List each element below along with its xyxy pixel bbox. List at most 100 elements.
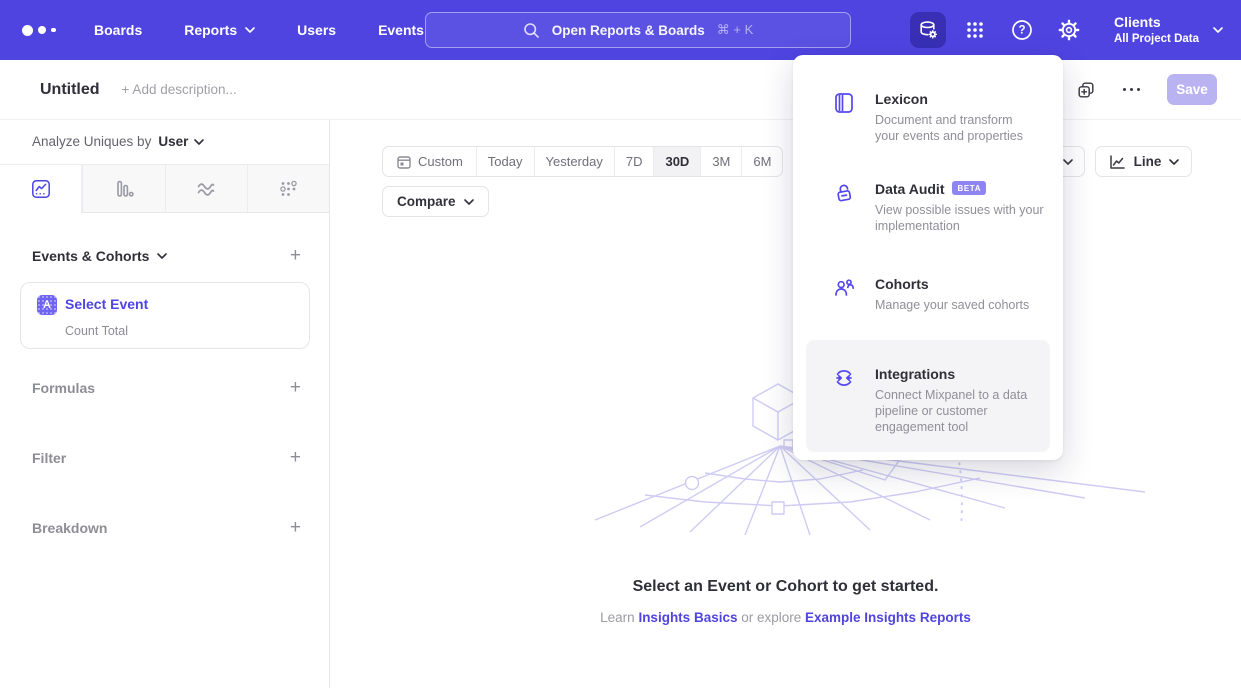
data-management-button[interactable] xyxy=(910,12,946,48)
chevron-down-icon xyxy=(464,199,474,205)
copy-icon[interactable] xyxy=(1076,80,1096,100)
compare-label: Compare xyxy=(397,194,456,209)
nav-item-label: Events xyxy=(378,22,424,38)
example-reports-link[interactable]: Example Insights Reports xyxy=(805,610,971,625)
compare-dropdown[interactable]: Compare xyxy=(382,186,489,217)
description-placeholder[interactable]: + Add description... xyxy=(122,82,237,97)
nav-item-events[interactable]: Events xyxy=(378,22,424,38)
svg-text:?: ? xyxy=(1018,25,1025,37)
tab-flows-icon xyxy=(195,178,217,200)
toolbar-actions: Save xyxy=(1076,74,1218,105)
menu-item-desc: Manage your saved cohorts xyxy=(875,297,1050,313)
lexicon-icon xyxy=(832,91,856,115)
cohorts-icon xyxy=(832,276,856,300)
date-range-label: Custom xyxy=(418,154,463,169)
events-cohorts-label: Events & Cohorts xyxy=(32,248,149,264)
chart-style-label: Line xyxy=(1134,154,1162,169)
save-button[interactable]: Save xyxy=(1167,74,1217,105)
chevron-down-icon xyxy=(194,139,204,145)
calendar-icon xyxy=(396,154,412,170)
breakdown-section: Breakdown + xyxy=(32,518,301,537)
event-aggregation[interactable]: Count Total xyxy=(65,324,128,338)
empty-state-title: Select an Event or Cohort to get started… xyxy=(330,578,1241,596)
date-range-7d[interactable]: 7D xyxy=(614,147,654,176)
chevron-down-icon xyxy=(245,27,255,33)
chart-area: Custom Today Yesterday 7D 30D 3M 6M Comp… xyxy=(330,120,1241,688)
date-range-30d-selected[interactable]: 30D xyxy=(653,147,700,176)
menu-item-data-audit[interactable]: Data Audit BETA View possible issues wit… xyxy=(832,181,1045,234)
search-icon xyxy=(523,22,540,39)
data-audit-icon xyxy=(832,181,856,205)
menu-item-text: Integrations Connect Mixpanel to a data … xyxy=(875,366,1050,435)
add-event-button[interactable]: + xyxy=(290,246,301,265)
analyze-value: User xyxy=(158,134,188,149)
add-breakdown-button[interactable]: + xyxy=(290,518,301,537)
tab-insights-line[interactable] xyxy=(0,165,82,213)
select-event-button[interactable]: Select Event xyxy=(65,296,148,312)
chevron-down-icon xyxy=(1063,159,1073,165)
apps-grid-button[interactable] xyxy=(957,12,993,48)
nav-item-reports[interactable]: Reports xyxy=(184,22,255,38)
nav-item-users[interactable]: Users xyxy=(297,22,336,38)
nav-item-boards[interactable]: Boards xyxy=(94,22,142,38)
filter-label: Filter xyxy=(32,450,66,466)
date-range-3m[interactable]: 3M xyxy=(700,147,741,176)
event-letter-badge: A xyxy=(37,295,57,315)
menu-item-integrations[interactable]: Integrations Connect Mixpanel to a data … xyxy=(832,366,1045,435)
menu-item-title: Data Audit xyxy=(875,181,944,197)
empty-state-links: Learn Insights Basics or explore Example… xyxy=(330,610,1241,625)
help-button[interactable]: ? xyxy=(1004,12,1040,48)
add-formula-button[interactable]: + xyxy=(290,378,301,397)
settings-button[interactable] xyxy=(1051,12,1087,48)
global-search[interactable]: Open Reports & Boards ⌘ + K xyxy=(425,12,851,48)
tab-insights-icon xyxy=(30,178,52,200)
date-range-yesterday[interactable]: Yesterday xyxy=(534,147,614,176)
date-range-today[interactable]: Today xyxy=(476,147,534,176)
date-range-label: 6M xyxy=(753,154,771,169)
nav-item-label: Boards xyxy=(94,22,142,38)
menu-item-lexicon[interactable]: Lexicon Document and transform your even… xyxy=(832,91,1045,144)
analyze-uniques-row: Analyze Uniques by User xyxy=(32,134,204,149)
mixpanel-logo[interactable] xyxy=(22,25,66,36)
nav-right: ? Clients All Project Data xyxy=(910,0,1223,60)
search-shortcut: ⌘ + K xyxy=(717,22,754,38)
add-filter-button[interactable]: + xyxy=(290,448,301,467)
chevron-down-icon xyxy=(1169,159,1179,165)
menu-item-desc: Document and transform your events and p… xyxy=(875,112,1035,144)
tab-breakdown-grid[interactable] xyxy=(247,165,329,213)
menu-item-desc: Connect Mixpanel to a data pipeline or c… xyxy=(875,387,1050,435)
menu-item-title: Lexicon xyxy=(875,91,928,107)
analyze-by-dropdown[interactable]: User xyxy=(158,134,204,149)
integrations-icon xyxy=(832,366,856,390)
event-card[interactable]: A Select Event Count Total xyxy=(20,282,310,349)
empty-state-middle: or explore xyxy=(737,610,805,625)
breakdown-label: Breakdown xyxy=(32,520,107,536)
more-options-button[interactable] xyxy=(1123,88,1141,92)
insights-basics-link[interactable]: Insights Basics xyxy=(638,610,737,625)
menu-item-text: Lexicon Document and transform your even… xyxy=(875,91,1035,144)
filter-section: Filter + xyxy=(32,448,301,467)
events-cohorts-dropdown[interactable]: Events & Cohorts xyxy=(32,248,167,264)
chevron-down-icon xyxy=(157,253,167,259)
menu-item-desc: View possible issues with your implement… xyxy=(875,202,1060,234)
analyze-label: Analyze Uniques by xyxy=(32,134,151,149)
data-management-menu: Lexicon Document and transform your even… xyxy=(793,55,1063,460)
date-range-label: 30D xyxy=(665,154,689,169)
date-range-custom[interactable]: Custom xyxy=(383,147,476,176)
settings-icon xyxy=(1057,18,1081,42)
query-sidebar: Analyze Uniques by User xyxy=(0,120,330,688)
nav-item-label: Users xyxy=(297,22,336,38)
menu-item-text: Data Audit BETA View possible issues wit… xyxy=(875,181,1060,234)
tab-bar-chart[interactable] xyxy=(82,165,164,213)
events-cohorts-header: Events & Cohorts + xyxy=(32,246,301,265)
help-icon: ? xyxy=(1010,18,1034,42)
project-selector[interactable]: Clients All Project Data xyxy=(1114,13,1223,46)
date-range-label: 3M xyxy=(712,154,730,169)
nav-item-label: Reports xyxy=(184,22,237,38)
tab-flows[interactable] xyxy=(165,165,247,213)
date-range-6m[interactable]: 6M xyxy=(741,147,782,176)
chart-type-tabs xyxy=(0,164,329,213)
report-title[interactable]: Untitled xyxy=(40,81,100,99)
menu-item-cohorts[interactable]: Cohorts Manage your saved cohorts xyxy=(832,276,1045,313)
chart-style-dropdown[interactable]: Line xyxy=(1095,146,1192,177)
